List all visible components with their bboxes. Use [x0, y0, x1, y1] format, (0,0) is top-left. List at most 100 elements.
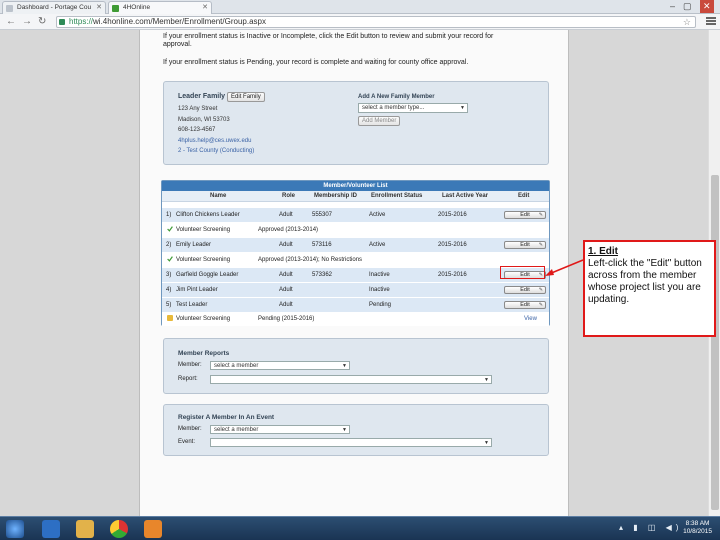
register-event-title: Register A Member In An Event: [178, 414, 275, 421]
inactive-line-2: approval.: [163, 41, 192, 48]
instruction-callout: 1. Edit Left-click the "Edit" button acr…: [583, 240, 716, 337]
member-volunteer-table: Member/Volunteer List Name Role Membersh…: [161, 180, 550, 326]
event-member-value: select a member: [214, 427, 259, 433]
callout-arrow: [545, 259, 584, 276]
system-tray-icons[interactable]: ▴ ▮ ◫ ◀): [619, 523, 682, 532]
member-role: Adult: [279, 272, 293, 278]
add-member-wrapper: Add Member: [358, 116, 401, 126]
start-icon[interactable]: [6, 520, 24, 538]
chevron-down-icon: ▼: [460, 105, 465, 111]
member-name: Garfield Goggle Leader: [176, 272, 239, 278]
check-icon: [167, 256, 173, 262]
event-member-select[interactable]: select a member ▼: [210, 425, 350, 434]
windows-taskbar: ▴ ▮ ◫ ◀) 8:38 AM 10/8/2015: [0, 516, 720, 540]
reload-icon[interactable]: ↻: [38, 15, 46, 28]
browser-tab-bar: Dashboard - Portage Cou ✕ 4HOnline ✕ – ▢…: [0, 0, 720, 14]
close-icon[interactable]: ✕: [96, 2, 102, 14]
maximize-icon[interactable]: ▢: [683, 0, 692, 13]
back-icon[interactable]: ←: [6, 15, 16, 28]
file-explorer-icon[interactable]: [76, 520, 94, 538]
member-name: Clifton Chickens Leader: [176, 212, 240, 218]
table-subrow: Volunteer Screening Approved (2013-2014): [162, 223, 549, 237]
check-icon: [167, 226, 173, 232]
screening-label: Volunteer Screening: [176, 316, 231, 322]
table-row: 1) Clifton Chickens Leader Adult 555307 …: [162, 208, 549, 222]
close-icon[interactable]: ✕: [202, 2, 208, 14]
last-active-year: 2015-2016: [438, 272, 467, 278]
edit-label: Edit: [520, 242, 530, 248]
tab-4honline[interactable]: 4HOnline ✕: [108, 1, 212, 14]
internet-explorer-icon[interactable]: [42, 520, 60, 538]
enrollment-status: Active: [369, 242, 386, 248]
row-number: 3): [166, 272, 172, 278]
member-name: Emily Leader: [176, 242, 212, 248]
edit-button[interactable]: Edit ✎: [504, 241, 546, 249]
pending-icon: [167, 315, 173, 321]
member-type-select[interactable]: select a member type... ▼: [358, 103, 468, 113]
member-type-value: select a member type...: [362, 105, 425, 111]
membership-id: 573362: [312, 272, 333, 278]
member-role: Adult: [279, 242, 293, 248]
enrollment-status: Active: [369, 212, 386, 218]
enrollment-status: Pending: [369, 302, 392, 308]
inactive-line-1: If your enrollment status is Inactive or…: [163, 33, 494, 40]
col-enrollment-status: Enrollment Status: [371, 193, 423, 199]
tab-dashboard[interactable]: Dashboard - Portage Cou ✕: [2, 1, 106, 14]
add-member-button[interactable]: Add Member: [358, 116, 401, 126]
screening-value: Approved (2013-2014); No Restrictions: [258, 257, 363, 263]
col-name: Name: [210, 193, 227, 199]
url-input[interactable]: https://wi.4honline.com/Member/Enrollmen…: [56, 16, 696, 28]
forward-icon[interactable]: →: [22, 15, 32, 28]
reports-member-value: select a member: [214, 363, 259, 369]
chevron-down-icon: ▼: [484, 377, 489, 383]
edit-button[interactable]: Edit ✎: [504, 301, 546, 309]
lock-icon: [59, 19, 65, 25]
close-window-icon[interactable]: ✕: [700, 0, 714, 13]
membership-id: 573116: [312, 242, 332, 248]
clock-time: 8:38 AM: [685, 520, 710, 527]
col-role: Role: [282, 193, 296, 199]
scrollbar-thumb[interactable]: [711, 175, 719, 510]
col-last-active-year: Last Active Year: [442, 193, 489, 199]
table-row: 2) Emily Leader Adult 573116 Active 2015…: [162, 238, 549, 252]
minimize-icon[interactable]: –: [670, 0, 675, 13]
edit-button[interactable]: Edit ✎: [504, 286, 546, 294]
clock-date: 10/8/2015: [683, 528, 712, 535]
row-number: 4): [166, 287, 172, 293]
leader-family-header: Leader Family Edit Family: [178, 92, 265, 102]
star-icon[interactable]: ☆: [683, 17, 691, 27]
leader-family-panel: Leader Family Edit Family 123 Any Street…: [163, 81, 549, 165]
row-number: 1): [166, 212, 172, 218]
last-active-year: 2015-2016: [438, 242, 467, 248]
reports-member-select[interactable]: select a member ▼: [210, 361, 350, 370]
pencil-icon: ✎: [538, 212, 543, 218]
member-name: Test Leader: [176, 302, 208, 308]
member-reports-panel: Member Reports Member: select a member ▼ …: [163, 338, 549, 394]
last-active-year: 2015-2016: [438, 212, 467, 218]
member-role: Adult: [279, 212, 293, 218]
clover-icon: [112, 5, 119, 12]
report-select[interactable]: ▼: [210, 375, 492, 384]
view-link[interactable]: View: [524, 312, 537, 326]
pencil-icon: ✎: [538, 242, 543, 248]
menu-icon[interactable]: [706, 16, 716, 28]
county-link[interactable]: 2 - Test County (Conducting): [178, 146, 254, 157]
email-link[interactable]: 4hplus.help@ces.uwex.edu: [178, 136, 254, 147]
table-subrow: Volunteer Screening Approved (2013-2014)…: [162, 253, 549, 267]
edit-button[interactable]: Edit ✎: [504, 211, 546, 219]
row-number: 5): [166, 302, 172, 308]
row-number: 2): [166, 242, 172, 248]
table-subrow: Volunteer Screening Pending (2015-2016) …: [162, 312, 549, 326]
event-label: Event:: [178, 439, 196, 445]
pencil-icon: ✎: [538, 287, 543, 293]
edit-label: Edit: [520, 287, 530, 293]
screening-label: Volunteer Screening: [176, 227, 231, 233]
edit-family-button[interactable]: Edit Family: [227, 92, 265, 102]
chrome-icon[interactable]: [110, 520, 128, 538]
outlook-icon[interactable]: [144, 520, 162, 538]
city: Madison, WI 53703: [178, 116, 230, 123]
col-membership-id: Membership ID: [314, 193, 358, 199]
event-select[interactable]: ▼: [210, 438, 492, 447]
event-member-label: Member:: [178, 426, 202, 432]
clock[interactable]: 8:38 AM 10/8/2015: [683, 520, 712, 536]
